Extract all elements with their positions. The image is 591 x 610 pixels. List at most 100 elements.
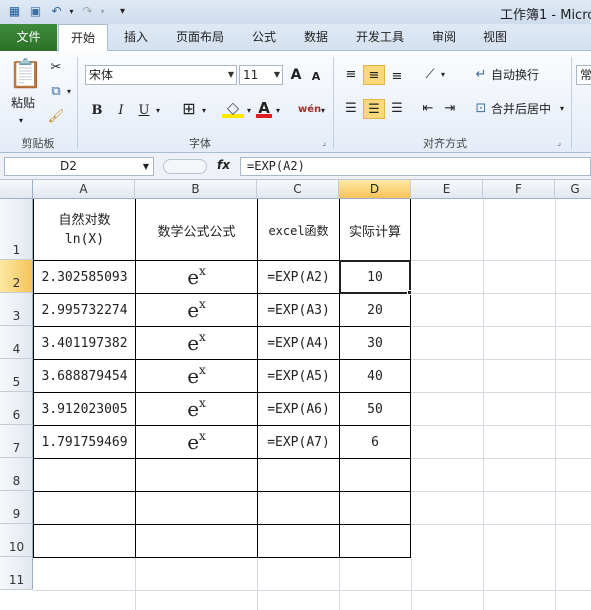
cell-c1[interactable]: excel函数 — [258, 200, 339, 260]
cell-b3[interactable]: ex — [136, 294, 257, 326]
select-all-corner[interactable] — [0, 180, 33, 199]
fill-color-dropdown-icon[interactable]: ▾ — [244, 101, 254, 121]
merge-dropdown-icon[interactable]: ▾ — [557, 99, 567, 119]
increase-indent-icon[interactable]: ⇥ — [440, 99, 460, 119]
orientation-dropdown-icon[interactable]: ▾ — [438, 65, 448, 85]
format-painter-icon[interactable]: 🖌 — [46, 107, 66, 127]
paste-dropdown-icon[interactable]: ▾ — [11, 111, 31, 131]
decrease-indent-icon[interactable]: ⇤ — [418, 99, 438, 119]
column-header-e[interactable]: E — [411, 180, 483, 199]
row-header-8[interactable]: 8 — [0, 458, 33, 491]
tab-view[interactable]: 视图 — [471, 24, 519, 51]
undo-dropdown-icon[interactable]: ▾ — [63, 3, 80, 20]
cell-a3[interactable]: 2.995732274 — [34, 294, 135, 326]
cell-d4[interactable]: 30 — [340, 327, 410, 359]
orientation-icon[interactable]: ⟋ — [420, 65, 440, 85]
align-bottom-icon[interactable]: ≡ — [387, 67, 407, 87]
cell-d5[interactable]: 40 — [340, 360, 410, 392]
cell-b6[interactable]: ex — [136, 393, 257, 425]
cell-a4[interactable]: 3.401197382 — [34, 327, 135, 359]
row-header-11[interactable]: 11 — [0, 557, 33, 590]
cell-a7[interactable]: 1.791759469 — [34, 426, 135, 458]
cell-c2[interactable]: =EXP(A2) — [258, 261, 339, 293]
cell-d1[interactable]: 实际计算 — [340, 200, 410, 260]
row-header-9[interactable]: 9 — [0, 491, 33, 524]
tab-page-layout[interactable]: 页面布局 — [163, 24, 237, 51]
number-format-select[interactable]: 常 — [576, 65, 591, 85]
tab-formulas[interactable]: 公式 — [241, 24, 287, 51]
excel-app-icon[interactable]: ▦ — [6, 3, 23, 20]
cell-c6[interactable]: =EXP(A6) — [258, 393, 339, 425]
row-header-4[interactable]: 4 — [0, 326, 33, 359]
font-color-dropdown-icon[interactable]: ▾ — [273, 101, 283, 121]
tab-file[interactable]: 文件 — [0, 24, 57, 51]
font-color-button[interactable]: A — [256, 98, 272, 118]
fill-color-icon[interactable]: ◇ — [222, 98, 244, 118]
cell-a1[interactable]: 自然对数 ln(X) — [34, 200, 135, 260]
row-header-5[interactable]: 5 — [0, 359, 33, 392]
cell-c5[interactable]: =EXP(A5) — [258, 360, 339, 392]
cell-c7[interactable]: =EXP(A7) — [258, 426, 339, 458]
column-header-g[interactable]: G — [555, 180, 591, 199]
phonetic-dropdown-icon[interactable]: ▾ — [318, 101, 328, 121]
row-header-10[interactable]: 10 — [0, 524, 33, 557]
tab-home[interactable]: 开始 — [58, 24, 108, 52]
wrap-text-icon[interactable]: ↵ — [472, 65, 490, 85]
merge-center-icon[interactable]: ⊡ — [472, 99, 490, 119]
borders-dropdown-icon[interactable]: ▾ — [199, 101, 209, 121]
tab-insert[interactable]: 插入 — [112, 24, 160, 51]
cell-d6[interactable]: 50 — [340, 393, 410, 425]
cell-b1[interactable]: 数学公式公式 — [136, 200, 257, 260]
align-center-icon[interactable]: ☰ — [363, 99, 385, 119]
cell-b4[interactable]: ex — [136, 327, 257, 359]
cell-b5[interactable]: ex — [136, 360, 257, 392]
copy-icon[interactable]: ⧉ — [46, 82, 66, 102]
tab-developer[interactable]: 开发工具 — [344, 24, 416, 51]
shrink-font-button[interactable]: A — [309, 67, 323, 87]
column-header-b[interactable]: B — [135, 180, 257, 199]
merge-center-button[interactable]: 合并后居中 — [491, 99, 557, 119]
save-icon[interactable]: ▣ — [27, 3, 44, 20]
cell-d7[interactable]: 6 — [340, 426, 410, 458]
cell-d3[interactable]: 20 — [340, 294, 410, 326]
paste-button-label[interactable]: 粘贴 — [6, 93, 40, 113]
underline-dropdown-icon[interactable]: ▾ — [153, 101, 163, 121]
align-left-icon[interactable]: ☰ — [341, 99, 361, 119]
worksheet-grid[interactable]: A B C D E F G 1 2 3 4 5 6 7 8 9 10 11 自然… — [0, 180, 591, 610]
row-header-7[interactable]: 7 — [0, 425, 33, 458]
cell-c3[interactable]: =EXP(A3) — [258, 294, 339, 326]
bold-button[interactable]: B — [89, 101, 105, 121]
grow-font-button[interactable]: A — [288, 65, 304, 85]
customize-toolbar-icon[interactable]: ▾ — [114, 3, 131, 20]
cell-a5[interactable]: 3.688879454 — [34, 360, 135, 392]
formula-bar-resize-handle[interactable] — [163, 159, 207, 174]
fill-handle[interactable] — [407, 290, 412, 295]
font-name-select[interactable]: 宋体 ▼ — [85, 65, 237, 85]
formula-input[interactable]: =EXP(A2) — [240, 157, 591, 176]
italic-button[interactable]: I — [113, 101, 129, 121]
align-right-icon[interactable]: ☰ — [387, 99, 407, 119]
font-dialog-launcher-icon[interactable]: ⌟ — [318, 133, 330, 153]
align-top-icon[interactable]: ≡ — [341, 65, 361, 85]
tab-data[interactable]: 数据 — [292, 24, 340, 51]
cell-a2[interactable]: 2.302585093 — [34, 261, 135, 293]
row-header-2[interactable]: 2 — [0, 260, 33, 293]
column-header-d[interactable]: D — [339, 180, 411, 199]
alignment-dialog-launcher-icon[interactable]: ⌟ — [553, 133, 565, 153]
row-header-1[interactable]: 1 — [0, 199, 33, 260]
column-header-a[interactable]: A — [33, 180, 135, 199]
redo-dropdown-icon[interactable]: ▾ — [94, 3, 111, 20]
cell-c4[interactable]: =EXP(A4) — [258, 327, 339, 359]
tab-review[interactable]: 审阅 — [420, 24, 468, 51]
column-header-c[interactable]: C — [257, 180, 339, 199]
cut-icon[interactable]: ✂ — [46, 58, 66, 78]
name-box[interactable]: D2 ▼ — [4, 157, 154, 176]
phonetic-guide-icon[interactable]: wén — [298, 100, 321, 120]
cell-b2[interactable]: ex — [136, 261, 257, 293]
row-header-3[interactable]: 3 — [0, 293, 33, 326]
borders-icon[interactable]: ⊞ — [178, 99, 200, 119]
insert-function-button[interactable]: fx — [217, 158, 230, 172]
row-header-6[interactable]: 6 — [0, 392, 33, 425]
cell-a6[interactable]: 3.912023005 — [34, 393, 135, 425]
copy-dropdown-icon[interactable]: ▾ — [64, 82, 74, 102]
